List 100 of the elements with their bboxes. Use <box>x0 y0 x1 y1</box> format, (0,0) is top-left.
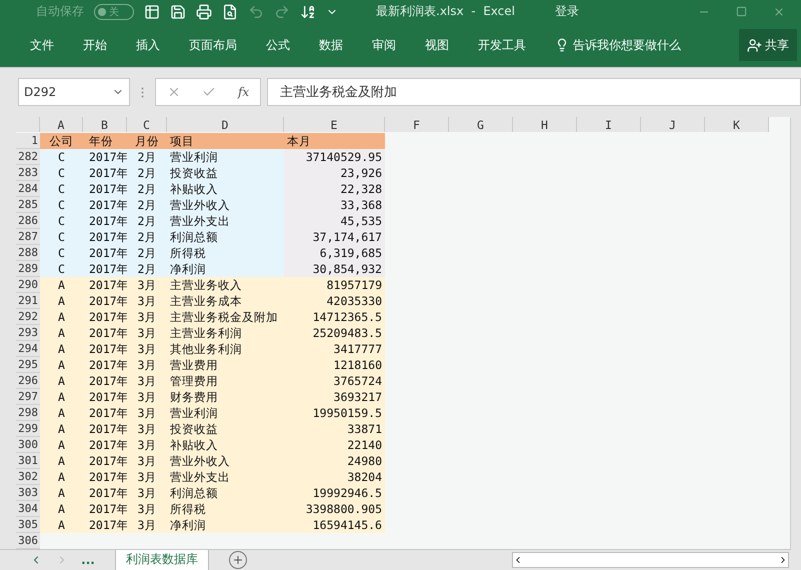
ribbon-tab[interactable]: 开始 <box>83 36 107 54</box>
row-header[interactable]: 292 <box>16 309 40 325</box>
redo-icon[interactable] <box>274 4 290 20</box>
save-icon[interactable] <box>170 4 186 20</box>
row-header[interactable]: 297 <box>16 389 40 405</box>
table-cell: 3月 <box>127 421 167 437</box>
ribbon-tab[interactable]: 公式 <box>266 36 290 54</box>
row-header[interactable]: 294 <box>16 341 40 357</box>
table-cell: 3765724 <box>284 373 385 389</box>
insert-function-button[interactable]: fx <box>238 85 250 100</box>
table-cell: 23,926 <box>284 165 385 181</box>
window-title: 最新利润表.xlsx - Excel <box>376 3 515 20</box>
table-cell: 其他业务利润 <box>167 341 284 357</box>
table-cell: 3月 <box>127 469 167 485</box>
row-header[interactable]: 282 <box>16 149 40 165</box>
column-header[interactable]: G <box>449 117 513 132</box>
row-header[interactable]: 288 <box>16 245 40 261</box>
row-header[interactable]: 303 <box>16 485 40 501</box>
ribbon-tab[interactable]: 审阅 <box>372 36 396 54</box>
row-header[interactable]: 293 <box>16 325 40 341</box>
undo-icon[interactable] <box>248 4 264 20</box>
table-cell: A <box>40 373 83 389</box>
row-header[interactable]: 305 <box>16 517 40 533</box>
table-cell: 2月 <box>127 149 167 165</box>
table-cell: 3月 <box>127 357 167 373</box>
table-cell: 2月 <box>127 181 167 197</box>
maximize-icon[interactable] <box>736 6 747 18</box>
more-sheets-button[interactable]: ... <box>75 553 101 567</box>
row-header[interactable]: 286 <box>16 213 40 229</box>
table-cell: 净利润 <box>167 517 284 533</box>
row-header[interactable]: 290 <box>16 277 40 293</box>
table-cell: 2月 <box>127 229 167 245</box>
sheet-tab[interactable]: 利润表数据库 <box>115 550 209 570</box>
table-cell: 2017年 <box>83 293 127 309</box>
column-header[interactable]: D <box>167 117 284 132</box>
sort-icon[interactable] <box>300 4 316 20</box>
share-button[interactable]: 共享 <box>739 29 797 62</box>
row-header[interactable]: 291 <box>16 293 40 309</box>
ribbon-tab[interactable]: 插入 <box>136 36 160 54</box>
printer-icon[interactable] <box>196 4 212 20</box>
column-header[interactable]: B <box>83 117 127 132</box>
table-cell: 营业外支出 <box>167 213 284 229</box>
add-sheet-icon[interactable] <box>229 551 247 569</box>
table-cell: 2月 <box>127 245 167 261</box>
table-cell: 营业利润 <box>167 405 284 421</box>
row-header[interactable]: 289 <box>16 261 40 277</box>
column-header[interactable]: J <box>641 117 705 132</box>
row-header[interactable]: 301 <box>16 453 40 469</box>
formula-input[interactable]: 主营业务税金及附加 <box>267 78 801 106</box>
tell-me-search[interactable]: 告诉我你想要做什么 <box>573 36 681 54</box>
row-header[interactable]: 284 <box>16 181 40 197</box>
name-box[interactable]: D292 <box>18 78 130 106</box>
row-header[interactable]: 306 <box>16 533 40 549</box>
row-header[interactable]: 302 <box>16 469 40 485</box>
table-cell: 37140529.95 <box>284 149 385 165</box>
table-cell: 主营业务税金及附加 <box>167 309 284 325</box>
column-header[interactable]: K <box>705 117 769 132</box>
horizontal-scrollbar[interactable] <box>512 552 789 568</box>
column-header[interactable]: H <box>513 117 577 132</box>
column-header[interactable]: E <box>284 117 385 132</box>
row-header[interactable]: 298 <box>16 405 40 421</box>
table-cell: 3月 <box>127 389 167 405</box>
table-cell: 3417777 <box>284 341 385 357</box>
table-cell: 2017年 <box>83 501 127 517</box>
row-header[interactable]: 300 <box>16 437 40 453</box>
table-icon[interactable] <box>144 4 160 20</box>
column-header[interactable]: I <box>577 117 641 132</box>
row-header[interactable]: 1 <box>16 133 40 149</box>
sign-in-link[interactable]: 登录 <box>554 3 579 20</box>
column-header[interactable]: F <box>385 117 449 132</box>
table-cell: A <box>40 325 83 341</box>
table-cell: 37,174,617 <box>284 229 385 245</box>
table-cell: 2017年 <box>83 197 127 213</box>
table-cell: A <box>40 309 83 325</box>
ribbon-tab[interactable]: 开发工具 <box>478 36 526 54</box>
column-header[interactable]: A <box>40 117 83 132</box>
column-header[interactable]: C <box>127 117 167 132</box>
row-header[interactable]: 285 <box>16 197 40 213</box>
table-cell: 30,854,932 <box>284 261 385 277</box>
table-cell: A <box>40 453 83 469</box>
row-header[interactable]: 283 <box>16 165 40 181</box>
row-header[interactable]: 296 <box>16 373 40 389</box>
table-cell: 财务费用 <box>167 389 284 405</box>
ribbon-tab[interactable]: 数据 <box>319 36 343 54</box>
table-cell: 3月 <box>127 309 167 325</box>
table-cell: 3398800.905 <box>284 501 385 517</box>
ribbon-tab[interactable]: 页面布局 <box>189 36 237 54</box>
table-cell: C <box>40 197 83 213</box>
ribbon-tab[interactable]: 文件 <box>30 36 54 54</box>
table-cell: 主营业务成本 <box>167 293 284 309</box>
ribbon-tab[interactable]: 视图 <box>425 36 449 54</box>
lightbulb-icon <box>555 38 569 52</box>
table-cell: 2017年 <box>83 405 127 421</box>
print-preview-icon[interactable] <box>222 4 238 20</box>
table-cell: 2017年 <box>83 341 127 357</box>
row-header[interactable]: 304 <box>16 501 40 517</box>
row-header[interactable]: 299 <box>16 421 40 437</box>
row-header[interactable]: 295 <box>16 357 40 373</box>
close-icon[interactable] <box>773 6 785 18</box>
row-header[interactable]: 287 <box>16 229 40 245</box>
